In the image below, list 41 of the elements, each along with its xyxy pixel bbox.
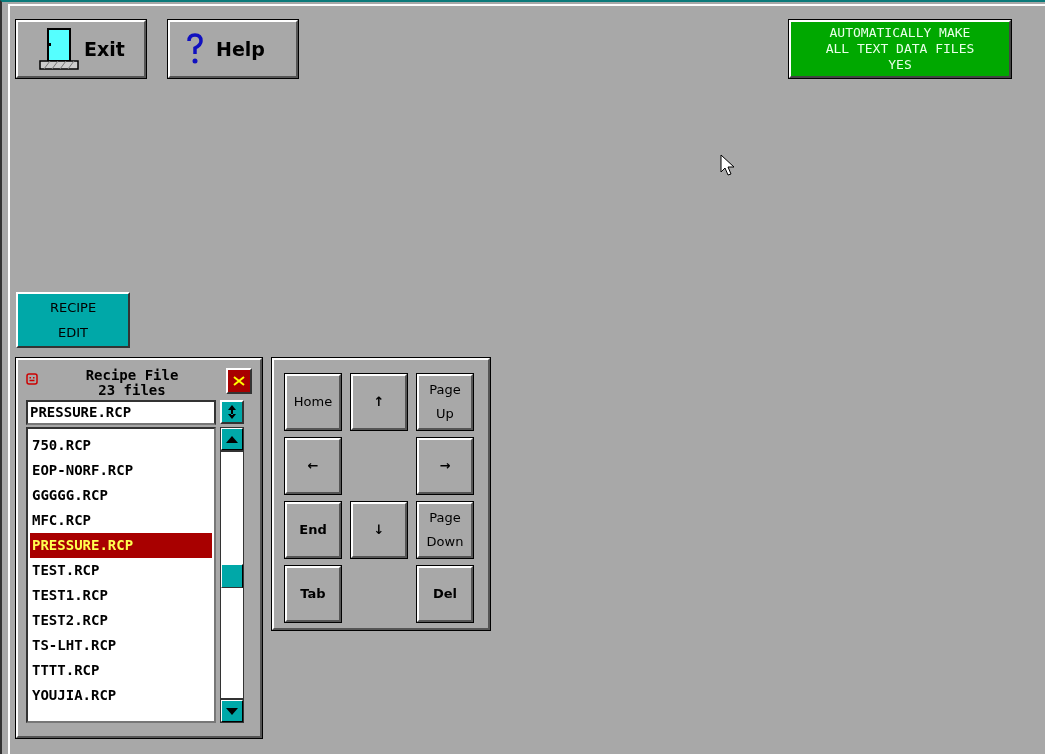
- keypad-key[interactable]: Del: [417, 566, 473, 622]
- scrollbar[interactable]: [220, 427, 244, 723]
- mouse-pointer-icon: [720, 154, 736, 178]
- file-list-item[interactable]: MFC.RCP: [30, 508, 212, 533]
- up-down-arrow-icon: [227, 405, 237, 419]
- file-list-item[interactable]: TEST.RCP: [30, 558, 212, 583]
- keypad-key[interactable]: Page Down: [417, 502, 473, 558]
- keypad-key[interactable]: Home: [285, 374, 341, 430]
- sort-button[interactable]: [220, 400, 244, 424]
- keypad-key[interactable]: Tab: [285, 566, 341, 622]
- file-list-item[interactable]: 750.RCP: [30, 433, 212, 458]
- file-list-item[interactable]: GGGGG.RCP: [30, 483, 212, 508]
- scroll-down-button[interactable]: [221, 700, 243, 722]
- keypad-key[interactable]: Page Up: [417, 374, 473, 430]
- file-list-item[interactable]: TEST2.RCP: [30, 608, 212, 633]
- file-list-item[interactable]: PRESSURE.RCP: [30, 533, 212, 558]
- keypad-key[interactable]: ←: [285, 438, 341, 494]
- keypad-key[interactable]: End: [285, 502, 341, 558]
- keypad-key[interactable]: ↑: [351, 374, 407, 430]
- file-list-item[interactable]: EOP-NORF.RCP: [30, 458, 212, 483]
- keypad-key[interactable]: ↓: [351, 502, 407, 558]
- keypad-key[interactable]: →: [417, 438, 473, 494]
- scroll-thumb[interactable]: [221, 564, 243, 588]
- file-list-item[interactable]: TEST1.RCP: [30, 583, 212, 608]
- file-count: 23 files: [98, 383, 166, 398]
- exit-button[interactable]: Exit: [16, 20, 146, 78]
- file-list-item[interactable]: TTTT.RCP: [30, 658, 212, 683]
- question-mark-icon: [186, 33, 204, 65]
- help-button[interactable]: Help: [168, 20, 298, 78]
- door-icon: [38, 27, 80, 71]
- up-triangle-icon: [226, 435, 238, 443]
- file-list-item[interactable]: TS-LHT.RCP: [30, 633, 212, 658]
- file-name-field[interactable]: PRESSURE.RCP: [26, 400, 216, 425]
- down-triangle-icon: [226, 707, 238, 715]
- panel-title: Recipe File: [85, 368, 179, 383]
- recipe-edit-button[interactable]: RECIPE EDIT: [16, 292, 130, 348]
- file-list-item[interactable]: YOUJIA.RCP: [30, 683, 212, 708]
- close-icon: [233, 376, 245, 386]
- face-icon: [26, 373, 38, 385]
- close-button[interactable]: [226, 368, 252, 394]
- scroll-up-button[interactable]: [221, 428, 243, 450]
